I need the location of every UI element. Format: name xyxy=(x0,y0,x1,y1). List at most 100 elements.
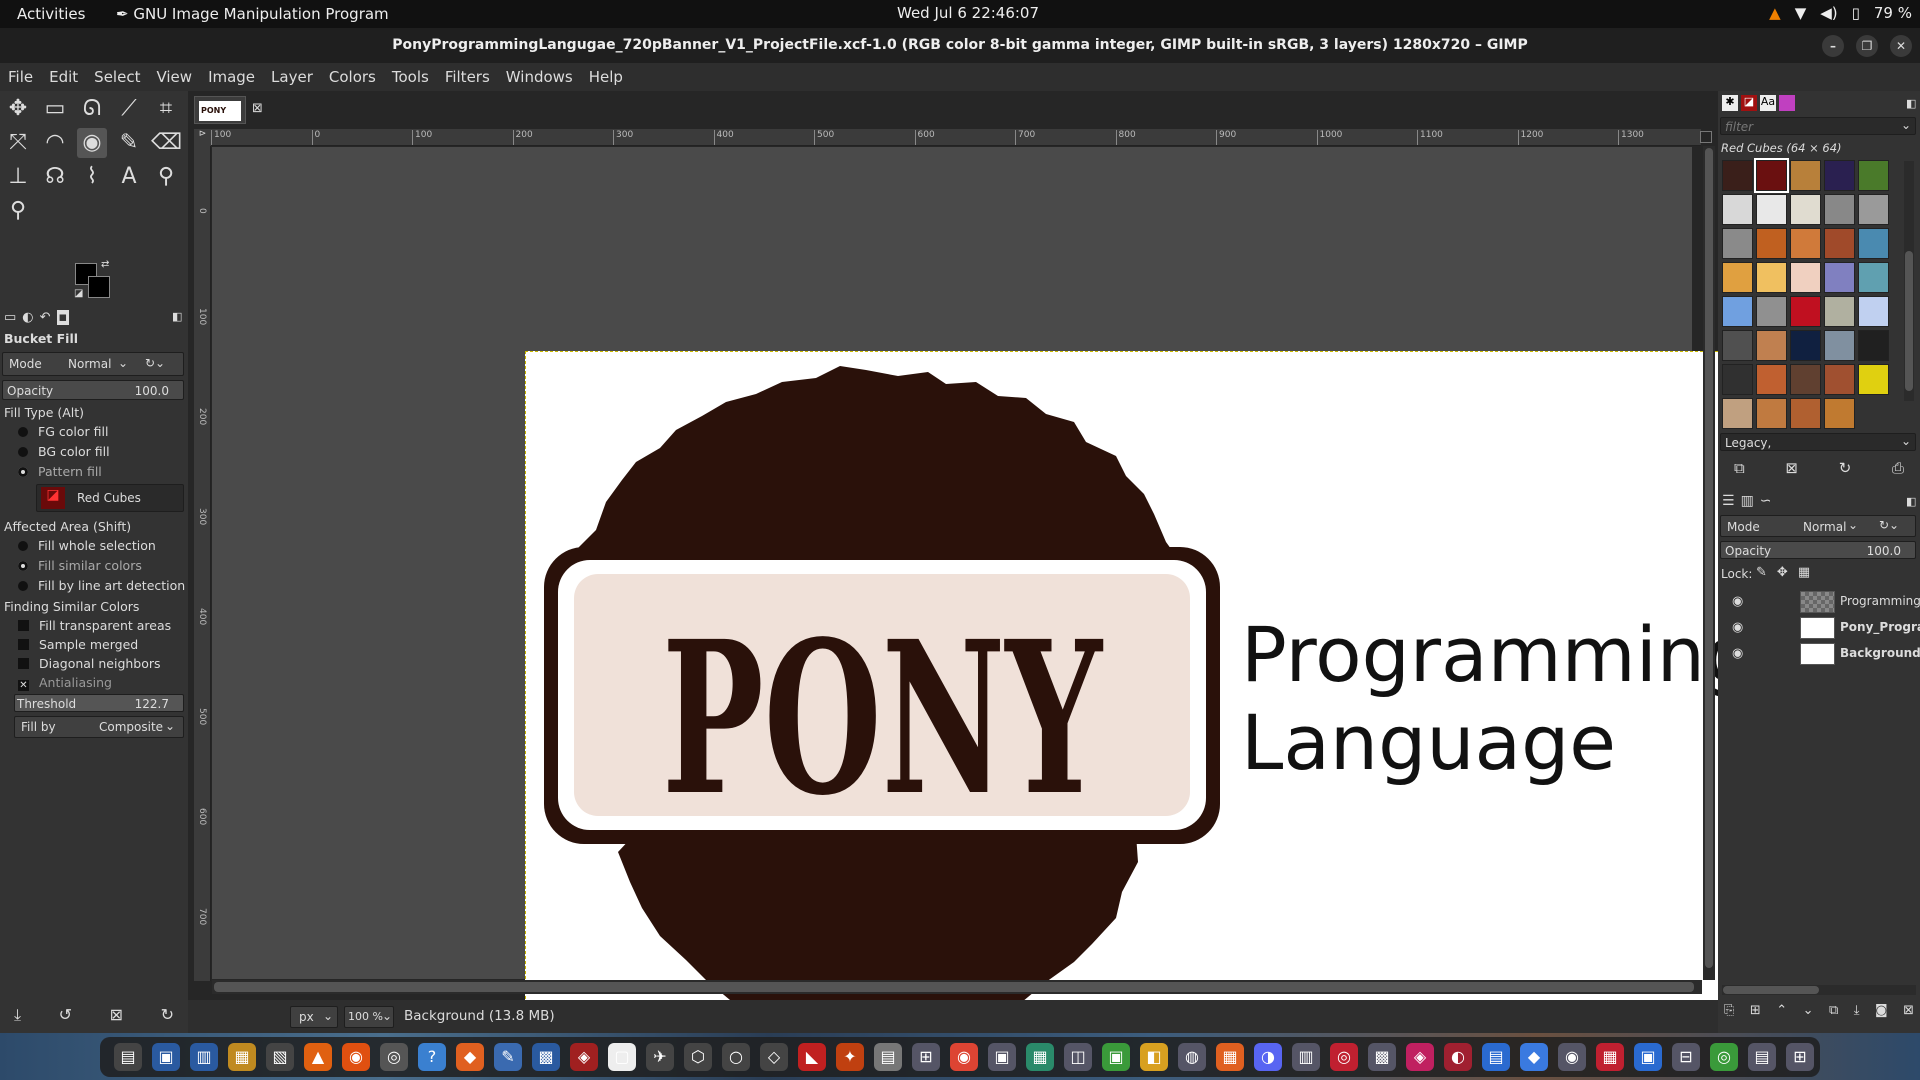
antialiasing-checkbox[interactable]: ✕ Antialiasing xyxy=(0,675,112,691)
layer-row[interactable]: ◉ Pony_Program xyxy=(1722,615,1920,641)
duplicate-layer-icon[interactable]: ⧉ xyxy=(1829,1003,1838,1018)
pattern-swatch[interactable] xyxy=(1858,262,1889,293)
duplicate-pattern-icon[interactable]: ⧉ xyxy=(1734,459,1745,477)
swap-colors-icon[interactable]: ⇄ xyxy=(101,259,109,270)
layer-row[interactable]: ◉ Background xyxy=(1722,641,1920,667)
move-tool-icon[interactable]: ✥ xyxy=(3,94,33,124)
pattern-fill-radio[interactable]: Pattern fill xyxy=(0,464,102,479)
vlc-tray-icon[interactable]: ▲ xyxy=(1769,4,1781,22)
open-as-image-icon[interactable]: ⎙ xyxy=(1892,459,1904,477)
pattern-swatch[interactable] xyxy=(1722,262,1753,293)
menu-image[interactable]: Image xyxy=(200,63,263,91)
lower-layer-icon[interactable]: ⌄ xyxy=(1803,1003,1814,1018)
pattern-swatch[interactable] xyxy=(1824,160,1855,191)
dock-app-icon[interactable]: ◇ xyxy=(760,1043,788,1071)
restore-options-icon[interactable]: ↺ xyxy=(59,1005,72,1025)
raise-layer-icon[interactable]: ⌃ xyxy=(1776,1003,1787,1018)
delete-layer-icon[interactable]: ⊠ xyxy=(1903,1003,1914,1018)
pattern-swatch[interactable] xyxy=(1790,364,1821,395)
bg-color-fill-radio[interactable]: BG color fill xyxy=(0,444,110,459)
reset-mode-icon[interactable]: ↻⌄ xyxy=(1879,518,1899,532)
fg-color-fill-radio[interactable]: FG color fill xyxy=(0,424,108,439)
dock-app-icon[interactable]: ◣ xyxy=(798,1043,826,1071)
pattern-swatch[interactable] xyxy=(1824,262,1855,293)
fill-similar-colors-radio[interactable]: Fill similar colors xyxy=(0,558,142,573)
dock-app-icon[interactable]: ▤ xyxy=(114,1043,142,1071)
lock-position-icon[interactable]: ✥ xyxy=(1777,565,1788,580)
dock-app-icon[interactable]: ▢ xyxy=(608,1043,636,1071)
smudge-icon[interactable]: ☊ xyxy=(40,162,70,192)
merge-down-icon[interactable]: ⤓ xyxy=(1854,1003,1860,1018)
layer-row[interactable]: ◉ Programming xyxy=(1722,589,1920,615)
dock-app-icon[interactable]: ◧ xyxy=(1140,1043,1168,1071)
pattern-swatch[interactable] xyxy=(1858,194,1889,225)
pattern-tag-input[interactable]: Legacy, ⌄ xyxy=(1720,433,1916,451)
tool-options-tab-icon[interactable]: ▭ xyxy=(4,310,16,325)
pattern-swatch[interactable] xyxy=(1756,296,1787,327)
save-options-icon[interactable]: ⤓ xyxy=(14,1005,21,1025)
dock-app-icon[interactable]: ◑ xyxy=(1254,1043,1282,1071)
activities-button[interactable]: Activities xyxy=(17,5,85,23)
dock-app-icon[interactable]: ▣ xyxy=(152,1043,180,1071)
dock-app-icon[interactable]: ⊞ xyxy=(912,1043,940,1071)
pattern-swatch[interactable] xyxy=(1756,228,1787,259)
dock-app-icon[interactable]: ✈ xyxy=(646,1043,674,1071)
maximize-button[interactable]: ❐ xyxy=(1856,35,1878,57)
text-tool-icon[interactable]: A xyxy=(114,162,144,192)
delete-pattern-icon[interactable]: ⊠ xyxy=(1785,459,1798,477)
opacity-slider[interactable]: Opacity 100.0 xyxy=(2,380,184,400)
pattern-swatch[interactable] xyxy=(1722,228,1753,259)
dock-app-icon[interactable]: ▤ xyxy=(874,1043,902,1071)
images-tab-icon[interactable]: ▪ xyxy=(56,310,70,325)
quick-mask-toggle[interactable] xyxy=(1700,131,1712,143)
dock-app-icon[interactable]: ⊟ xyxy=(1672,1043,1700,1071)
system-tray[interactable]: ▲ ▼ ◀) ▯ 79 % xyxy=(1769,4,1912,22)
pattern-swatch[interactable] xyxy=(1790,194,1821,225)
bg-color-swatch[interactable] xyxy=(88,276,110,298)
pattern-swatch[interactable] xyxy=(1790,262,1821,293)
dock-app-icon[interactable]: ▦ xyxy=(228,1043,256,1071)
layer-opacity-slider[interactable]: Opacity 100.0 xyxy=(1720,541,1916,559)
new-layer-group-icon[interactable]: ⊞ xyxy=(1750,1003,1761,1018)
menu-view[interactable]: View xyxy=(148,63,200,91)
layers-tab-icon[interactable]: ☰ xyxy=(1722,493,1735,509)
pattern-swatch[interactable] xyxy=(1722,364,1753,395)
pattern-filter-input[interactable]: filter ⌄ xyxy=(1720,117,1916,135)
pattern-swatch[interactable] xyxy=(1858,160,1889,191)
threshold-slider[interactable]: Threshold 122.7 xyxy=(14,694,184,712)
scroll-thumb[interactable] xyxy=(1905,251,1913,391)
scroll-thumb[interactable] xyxy=(1705,148,1713,968)
configure-tab-icon[interactable]: ◧ xyxy=(1906,495,1916,508)
pattern-swatch[interactable] xyxy=(1722,398,1753,429)
pattern-picker[interactable]: ◪ Red Cubes xyxy=(36,484,184,512)
ruler-corner[interactable]: ⊳ xyxy=(194,129,211,146)
reset-mode-icon[interactable]: ↻⌄ xyxy=(145,356,165,370)
dock-app-icon[interactable]: ◎ xyxy=(1330,1043,1358,1071)
default-colors-icon[interactable]: ◪ xyxy=(74,288,83,299)
color-picker-icon[interactable]: ⚲ xyxy=(151,162,181,192)
dock-app-icon[interactable]: ▣ xyxy=(1634,1043,1662,1071)
pattern-swatch[interactable] xyxy=(1722,194,1753,225)
dock-app-icon[interactable]: ◆ xyxy=(1520,1043,1548,1071)
menu-colors[interactable]: Colors xyxy=(321,63,384,91)
dock-app-icon[interactable]: ◆ xyxy=(456,1043,484,1071)
dock-app-icon[interactable]: ▣ xyxy=(1102,1043,1130,1071)
pattern-swatch[interactable] xyxy=(1756,194,1787,225)
vertical-scrollbar[interactable] xyxy=(1703,146,1715,980)
pattern-swatch[interactable] xyxy=(1824,194,1855,225)
dock-app-icon[interactable]: ⊞ xyxy=(1786,1043,1814,1071)
delete-options-icon[interactable]: ⊠ xyxy=(110,1005,123,1025)
crop-icon[interactable]: ⌗ xyxy=(151,94,181,124)
paths-icon[interactable]: ⌇ xyxy=(77,162,107,192)
image-tab[interactable]: PONY xyxy=(194,96,246,124)
navigate-icon[interactable] xyxy=(1704,980,1718,994)
fill-line-art-radio[interactable]: Fill by line art detection xyxy=(0,578,185,593)
dock-app-icon[interactable]: ▥ xyxy=(190,1043,218,1071)
dock-app-icon[interactable]: ✎ xyxy=(494,1043,522,1071)
paintbrush-icon[interactable]: ✎ xyxy=(114,128,144,158)
dock-app-icon[interactable]: ▦ xyxy=(1596,1043,1624,1071)
pattern-swatch[interactable] xyxy=(1858,364,1889,395)
fuzzy-select-icon[interactable]: ⟋ xyxy=(114,94,144,124)
horizontal-ruler[interactable]: 100 0 100 200 300 400 500 600 700 800 900 1000 1100 1… xyxy=(211,129,1701,146)
layer-mode-select[interactable]: Mode Normal ⌄ ↻⌄ xyxy=(1720,515,1916,537)
